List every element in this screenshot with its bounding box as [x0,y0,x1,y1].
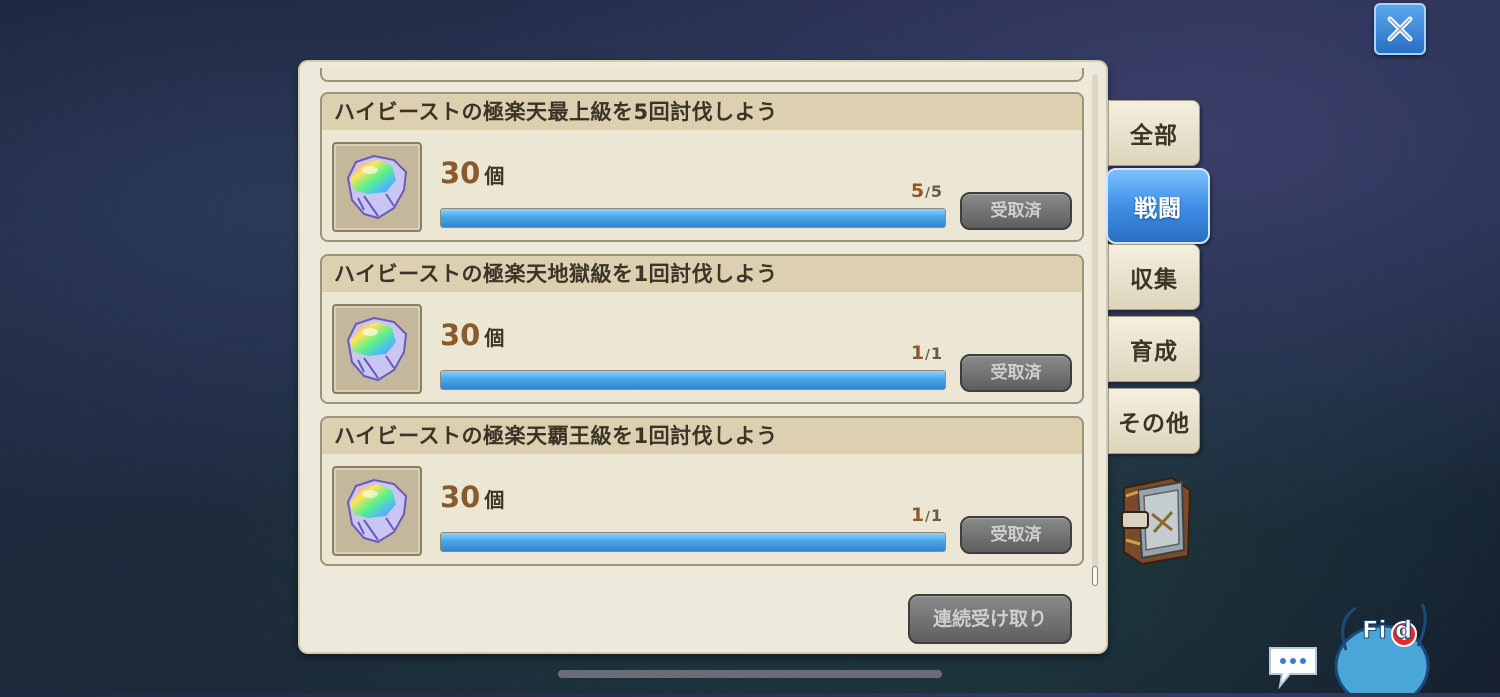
tab-training[interactable]: 育成 [1108,316,1200,382]
home-indicator [558,670,942,678]
progress-fill [441,209,945,227]
mission-card: ハイビーストの極楽天地獄級を1回討伐しよう 30 個 1/1 受取済 [320,254,1084,404]
scrollbar-thumb[interactable] [1092,566,1098,586]
claimed-button[interactable]: 受取済 [960,354,1072,392]
reward-unit: 個 [484,164,505,188]
rainbow-crystal-icon [332,304,422,394]
close-button[interactable] [1374,3,1426,55]
reward-amount: 30 個 [440,480,505,514]
mission-title: ハイビーストの極楽天覇王級を1回討伐しよう [322,418,1082,454]
progress-bar [440,208,946,228]
progress-fill [441,533,945,551]
mission-title: ハイビーストの極楽天地獄級を1回討伐しよう [322,256,1082,292]
rainbow-crystal-icon [332,466,422,556]
claimed-button[interactable]: 受取済 [960,192,1072,230]
field-mascot[interactable]: ! Fi d [1326,600,1446,697]
scrollbar-track[interactable] [1092,74,1098,586]
previous-card-edge [320,68,1084,82]
mission-panel: ハイビーストの極楽天最上級を5回討伐しよう 30 個 5/5 受取済 ハイビースト… [300,62,1106,652]
mascot-label: Fi d [1362,616,1412,644]
progress-bar [440,532,946,552]
bulk-claim-button[interactable]: 連続受け取り [908,594,1072,644]
reward-unit: 個 [484,326,505,350]
mission-book-icon[interactable] [1116,474,1198,570]
mission-card: ハイビーストの極楽天覇王級を1回討伐しよう 30 個 1/1 受取済 [320,416,1084,566]
tab-battle[interactable]: 戦闘 [1106,168,1210,244]
reward-unit: 個 [484,488,505,512]
mission-card: ハイビーストの極楽天最上級を5回討伐しよう 30 個 5/5 受取済 [320,92,1084,242]
progress-count: 1/1 [910,342,942,364]
progress-count: 5/5 [910,180,942,202]
progress-fill [441,371,945,389]
rainbow-crystal-icon [332,142,422,232]
close-icon [1387,16,1413,42]
progress-count: 1/1 [910,504,942,526]
tab-other[interactable]: その他 [1108,388,1200,454]
tab-collect[interactable]: 収集 [1108,244,1200,310]
mission-title: ハイビーストの極楽天最上級を5回討伐しよう [322,94,1082,130]
progress-bar [440,370,946,390]
reward-amount: 30 個 [440,156,505,190]
reward-amount: 30 個 [440,318,505,352]
tab-all[interactable]: 全部 [1108,100,1200,166]
claimed-button[interactable]: 受取済 [960,516,1072,554]
chat-bubble-icon[interactable] [1266,644,1320,694]
